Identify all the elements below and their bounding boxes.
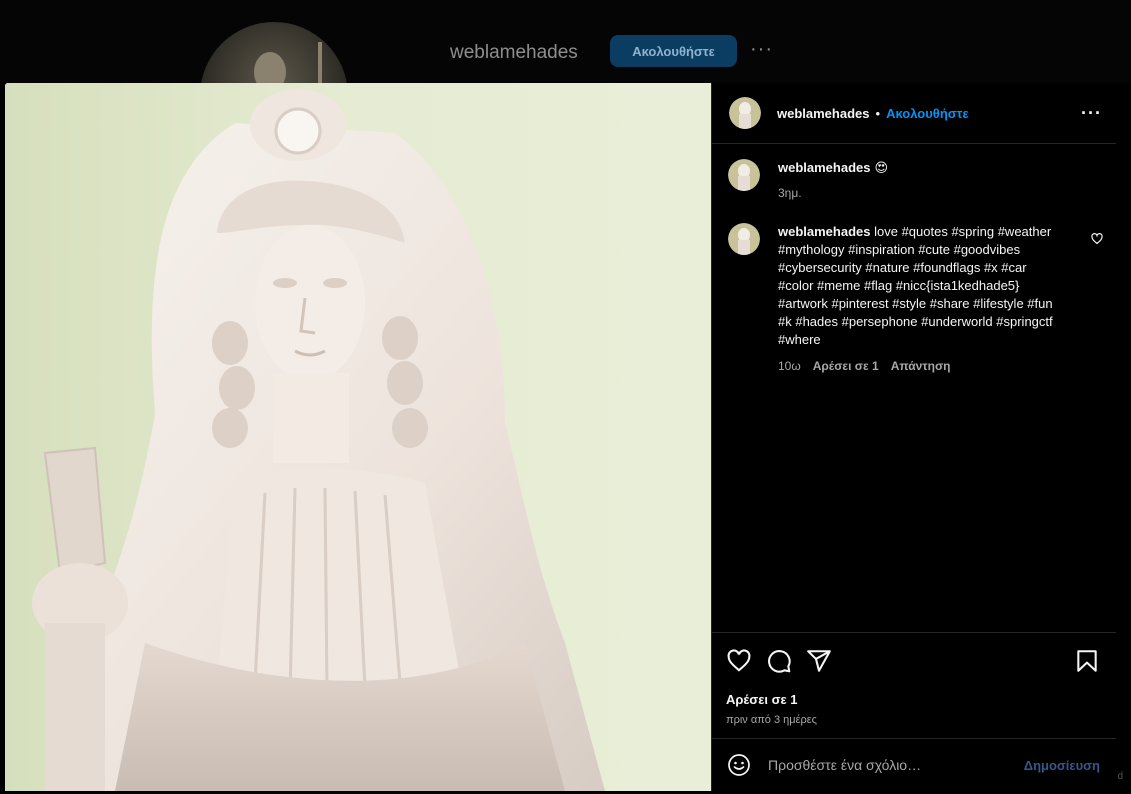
post-comment-button[interactable]: Δημοσίευση xyxy=(1024,758,1100,773)
statue-photo-icon xyxy=(5,83,711,791)
avatar[interactable] xyxy=(729,97,761,129)
avatar[interactable] xyxy=(728,159,760,191)
avatar-statue-icon xyxy=(728,159,760,191)
comment-text: love #quotes #spring #weather #mythology… xyxy=(778,224,1053,347)
comment: weblamehades love #quotes #spring #weath… xyxy=(728,223,1103,375)
post-username[interactable]: weblamehades xyxy=(777,106,870,121)
profile-follow-button-background: Ακολουθήστε xyxy=(610,35,737,67)
likes-count[interactable]: Αρέσει σε 1 xyxy=(726,692,1100,707)
comment-username[interactable]: weblamehades xyxy=(778,224,871,239)
post-photo[interactable] xyxy=(5,83,711,791)
add-comment-bar: Δημοσίευση xyxy=(712,738,1116,791)
comment-icon[interactable] xyxy=(766,648,792,674)
share-icon[interactable] xyxy=(806,648,832,674)
avatar-statue-icon xyxy=(729,97,761,129)
avatar[interactable] xyxy=(728,223,760,255)
post-side-panel: weblamehades • Ακολουθήστε ··· weblameha… xyxy=(711,83,1116,791)
post-header: weblamehades • Ακολουθήστε ··· xyxy=(712,83,1116,144)
comment-input[interactable] xyxy=(768,757,1024,773)
post-modal: weblamehades • Ακολουθήστε ··· weblameha… xyxy=(5,83,1116,791)
profile-more-icon-background: ··· xyxy=(750,38,773,60)
comment-heart-icon[interactable] xyxy=(1091,233,1103,245)
caption: weblamehades 😍 3ημ. xyxy=(728,159,888,200)
bookmark-icon[interactable] xyxy=(1074,648,1100,674)
comment-time[interactable]: 10ω xyxy=(778,357,801,375)
separator-dot: • xyxy=(875,105,881,121)
emoji-icon[interactable] xyxy=(727,753,751,777)
post-actions: Αρέσει σε 1 πριν από 3 ημέρες xyxy=(712,632,1116,726)
heart-icon[interactable] xyxy=(726,648,752,674)
follow-button[interactable]: Ακολουθήστε xyxy=(886,106,969,121)
post-date[interactable]: πριν από 3 ημέρες xyxy=(726,714,1100,726)
caption-username[interactable]: weblamehades xyxy=(778,160,871,175)
corner-mark: d xyxy=(1117,771,1123,782)
reply-button[interactable]: Απάντηση xyxy=(891,357,951,375)
caption-time[interactable]: 3ημ. xyxy=(778,186,888,200)
more-options-icon[interactable]: ··· xyxy=(1081,103,1102,124)
avatar-statue-icon xyxy=(728,223,760,255)
profile-username-background: weblamehades xyxy=(450,42,578,63)
comment-meta: 10ω Αρέσει σε 1 Απάντηση xyxy=(778,357,1054,375)
caption-emoji: 😍 xyxy=(874,160,889,175)
comment-likes[interactable]: Αρέσει σε 1 xyxy=(813,357,879,375)
